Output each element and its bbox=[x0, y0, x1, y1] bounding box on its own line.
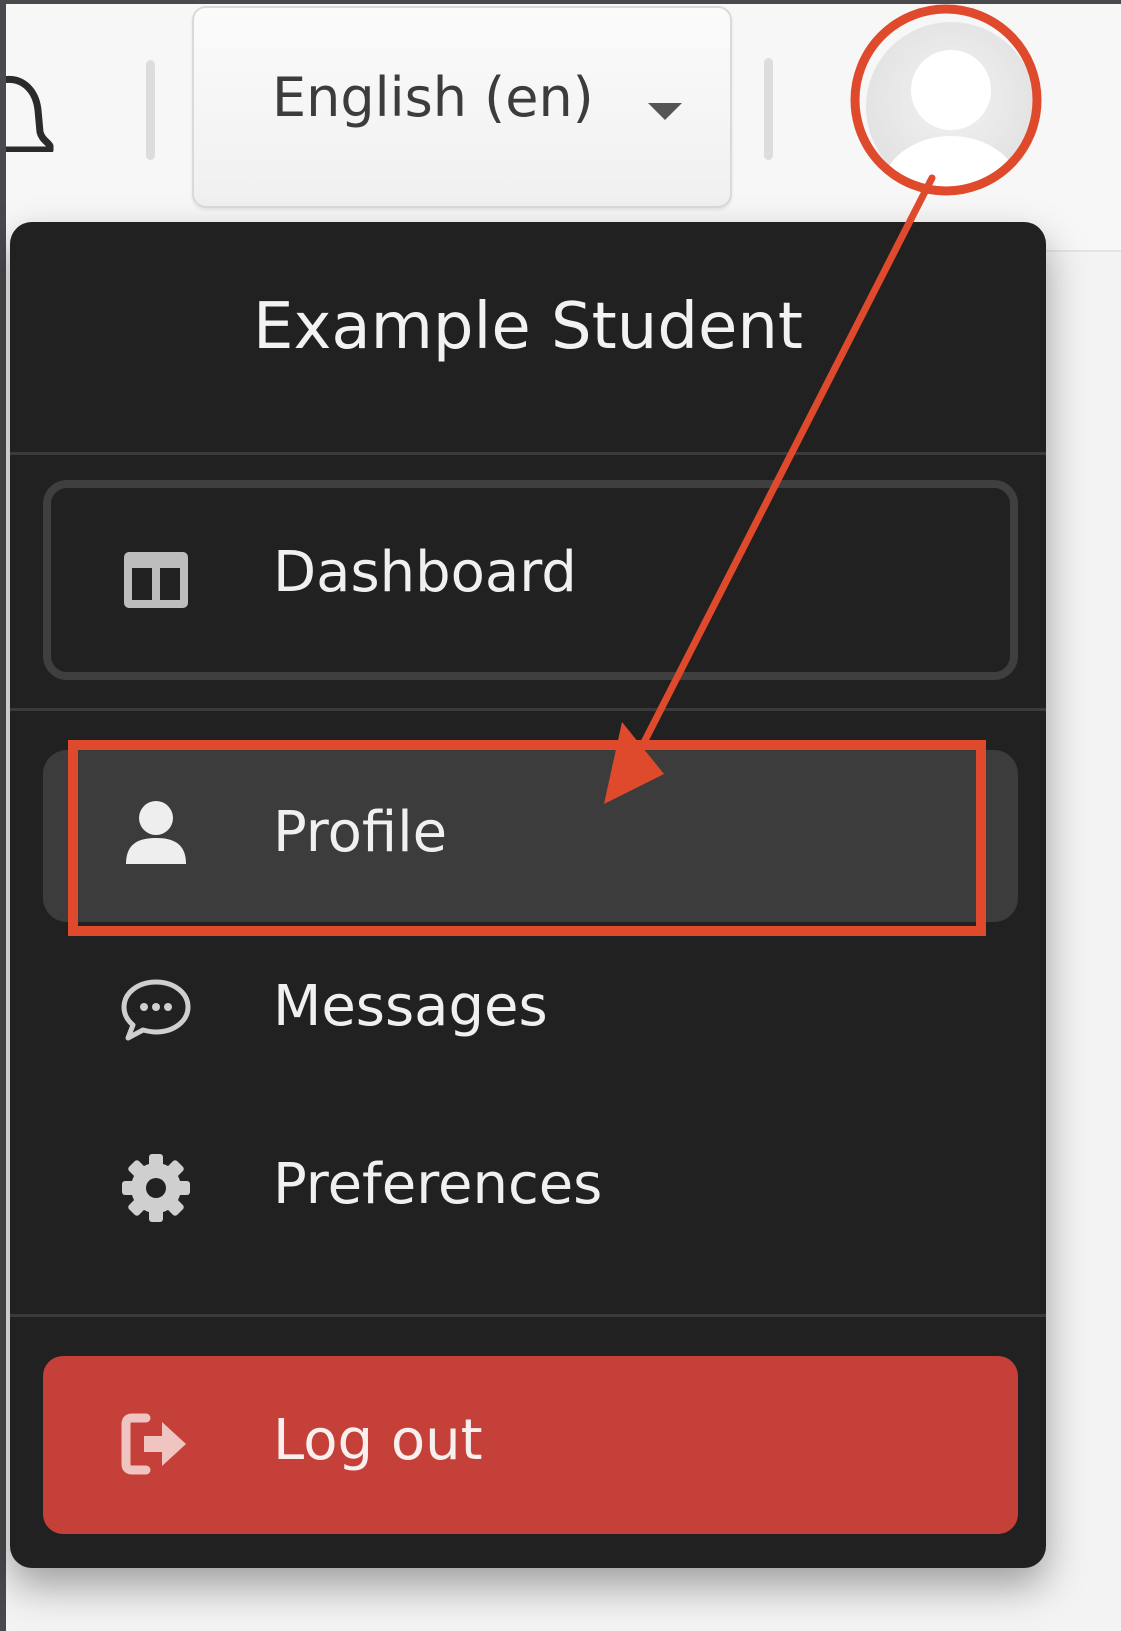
annotation-overlay bbox=[604, 4, 1042, 804]
annotation-circle bbox=[850, 4, 1042, 196]
annotation-arrow-line bbox=[632, 174, 936, 762]
annotation-arrow-head bbox=[604, 722, 664, 804]
